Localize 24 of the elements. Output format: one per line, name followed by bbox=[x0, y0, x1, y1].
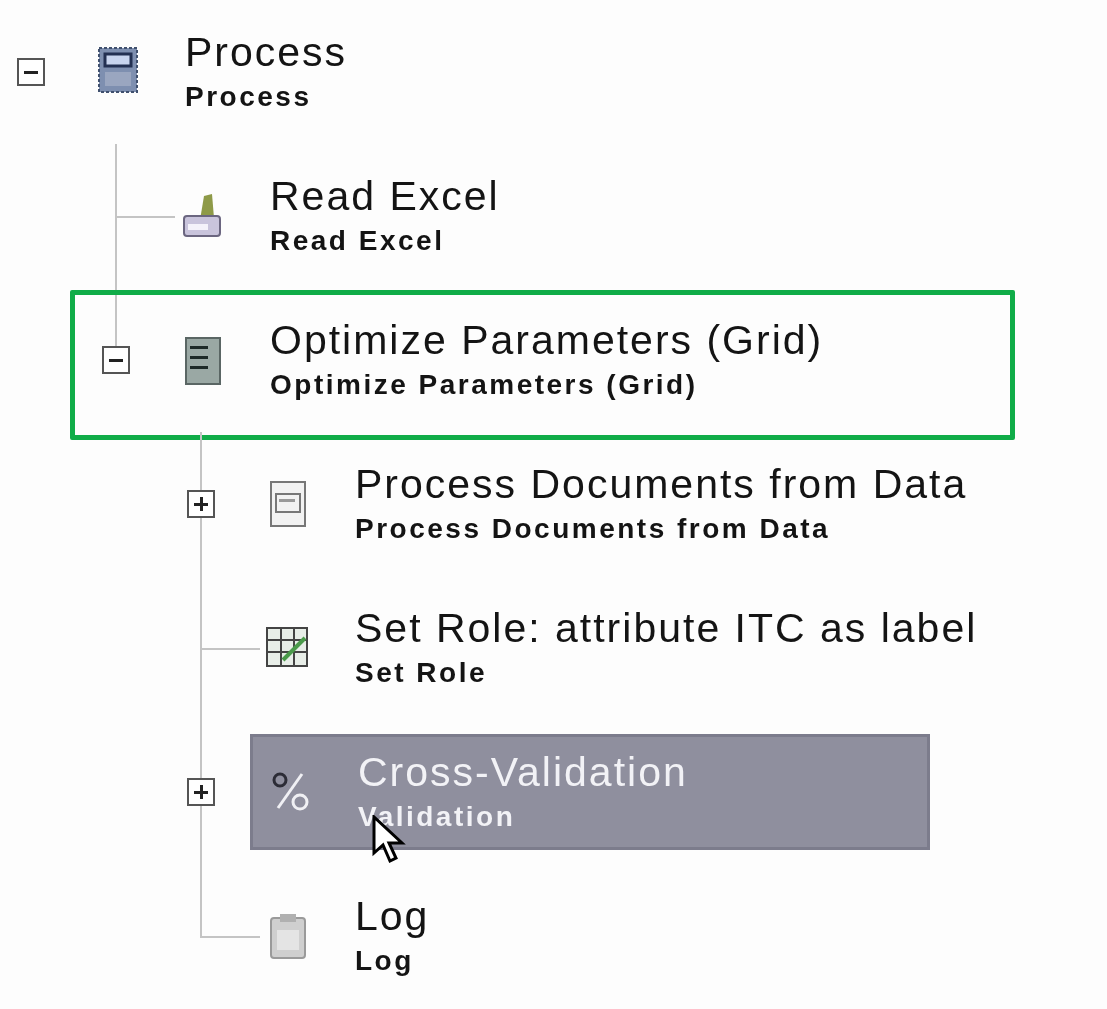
tree-item[interactable]: Optimize Parameters (Grid) Optimize Parameters (Grid) bbox=[175, 305, 834, 415]
node-title: Log bbox=[355, 892, 430, 941]
node-subtitle: Optimize Parameters (Grid) bbox=[270, 368, 699, 402]
collapse-toggle[interactable] bbox=[102, 346, 130, 374]
node-subtitle: Validation bbox=[358, 800, 517, 834]
node-subtitle: Read Excel bbox=[270, 224, 446, 258]
tree-item[interactable]: Process Process bbox=[90, 17, 358, 127]
node-title: Cross-Validation bbox=[358, 748, 688, 797]
expand-toggle[interactable] bbox=[187, 778, 215, 806]
node-subtitle: Log bbox=[355, 944, 415, 978]
node-title: Optimize Parameters (Grid) bbox=[270, 316, 824, 365]
node-subtitle: Process Documents from Data bbox=[355, 512, 832, 546]
node-title: Set Role: attribute ITC as label bbox=[355, 604, 978, 653]
tree-item[interactable]: Set Role: attribute ITC as label Set Role bbox=[260, 593, 988, 703]
tree-item[interactable]: Read Excel Read Excel bbox=[175, 161, 510, 271]
node-subtitle: Set Role bbox=[355, 656, 489, 690]
tree-item[interactable]: Log Log bbox=[260, 881, 440, 991]
tree-item[interactable]: Process Documents from Data Process Documents from Data bbox=[260, 449, 978, 559]
node-title: Process Documents from Data bbox=[355, 460, 968, 509]
node-subtitle: Process bbox=[185, 80, 313, 114]
collapse-toggle[interactable] bbox=[17, 58, 45, 86]
expand-toggle[interactable] bbox=[187, 490, 215, 518]
node-title: Read Excel bbox=[270, 172, 500, 221]
node-title: Process bbox=[185, 28, 348, 77]
